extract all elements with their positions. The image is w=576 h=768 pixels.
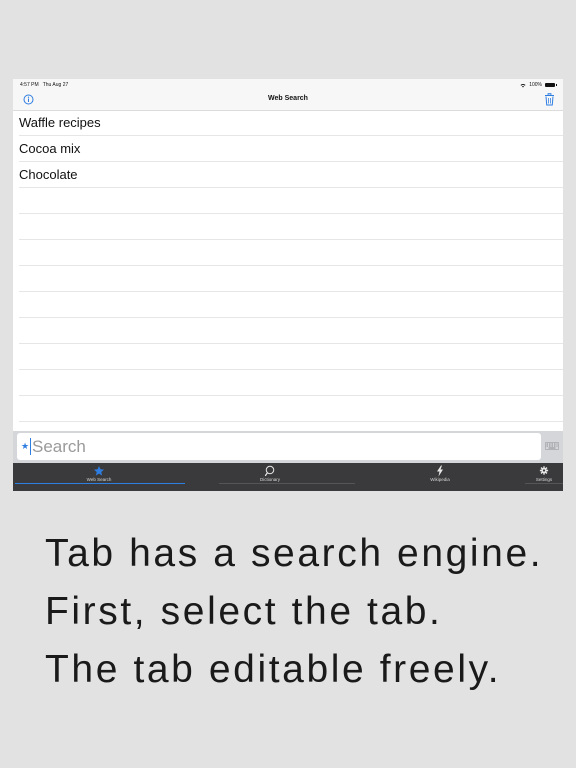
caption-line: First, select the tab. (45, 590, 443, 633)
status-date: Thu Aug 27 (42, 82, 69, 88)
empty-row (19, 396, 563, 422)
status-time: 4:57 PM Thu Aug 27 (20, 82, 68, 88)
tab-wikipedia[interactable]: Wikipedia (355, 463, 525, 491)
empty-row (19, 266, 563, 292)
search-input[interactable] (32, 436, 512, 457)
text-cursor (30, 438, 31, 455)
wifi-icon (520, 83, 526, 87)
empty-row (19, 292, 563, 318)
caption: Tab has a search engine. First, select t… (45, 530, 543, 704)
tab-label: Settings (535, 477, 553, 482)
lightning-icon (437, 465, 443, 477)
tab-divider (525, 483, 563, 484)
list-item[interactable]: Waffle recipes (19, 110, 563, 136)
tab-selected-indicator (15, 483, 185, 484)
tab-label: Dictionary (259, 477, 280, 482)
empty-row (19, 188, 563, 214)
search-icon (264, 465, 275, 477)
empty-row (19, 318, 563, 344)
status-clock: 4:57 PM (20, 82, 39, 88)
search-bar: ★ (13, 431, 563, 463)
page-title: Web Search (268, 95, 308, 102)
star-icon: ★ (21, 441, 30, 451)
list-item[interactable]: Cocoa mix (19, 136, 563, 162)
history-list: Waffle recipes Cocoa mix Chocolate (13, 110, 563, 422)
list-item[interactable]: Chocolate (19, 162, 563, 188)
caption-line: Tab has a search engine. (45, 532, 544, 575)
tab-settings[interactable]: Settings (525, 463, 563, 491)
empty-row (19, 240, 563, 266)
app-screen: 4:57 PM Thu Aug 27 100% Web Search Waffl… (13, 79, 563, 491)
empty-row (19, 344, 563, 370)
caption-line: The tab editable freely. (45, 648, 502, 691)
tab-label: Web Search (86, 477, 112, 482)
navigation-bar: Web Search (13, 91, 563, 111)
list-item-label: Chocolate (19, 167, 78, 182)
trash-icon[interactable] (544, 93, 555, 106)
empty-row (19, 370, 563, 396)
star-icon (94, 466, 104, 476)
battery-percent: 100% (529, 82, 542, 88)
list-item-label: Waffle recipes (19, 115, 101, 130)
list-item-label: Cocoa mix (19, 141, 81, 156)
status-bar: 4:57 PM Thu Aug 27 100% (13, 79, 563, 91)
tab-web-search[interactable]: Web Search (13, 463, 185, 491)
empty-row (19, 214, 563, 240)
keyboard-icon[interactable] (545, 442, 559, 450)
gear-icon (539, 466, 549, 475)
search-field[interactable]: ★ (17, 433, 541, 460)
tab-bar: Web Search Dictionary Wikipedia Settings (13, 463, 563, 491)
status-right: 100% (520, 82, 557, 88)
tab-divider (219, 483, 355, 484)
tab-label: Wikipedia (430, 477, 450, 482)
battery-icon (545, 83, 557, 87)
tab-dictionary[interactable]: Dictionary (185, 463, 355, 491)
